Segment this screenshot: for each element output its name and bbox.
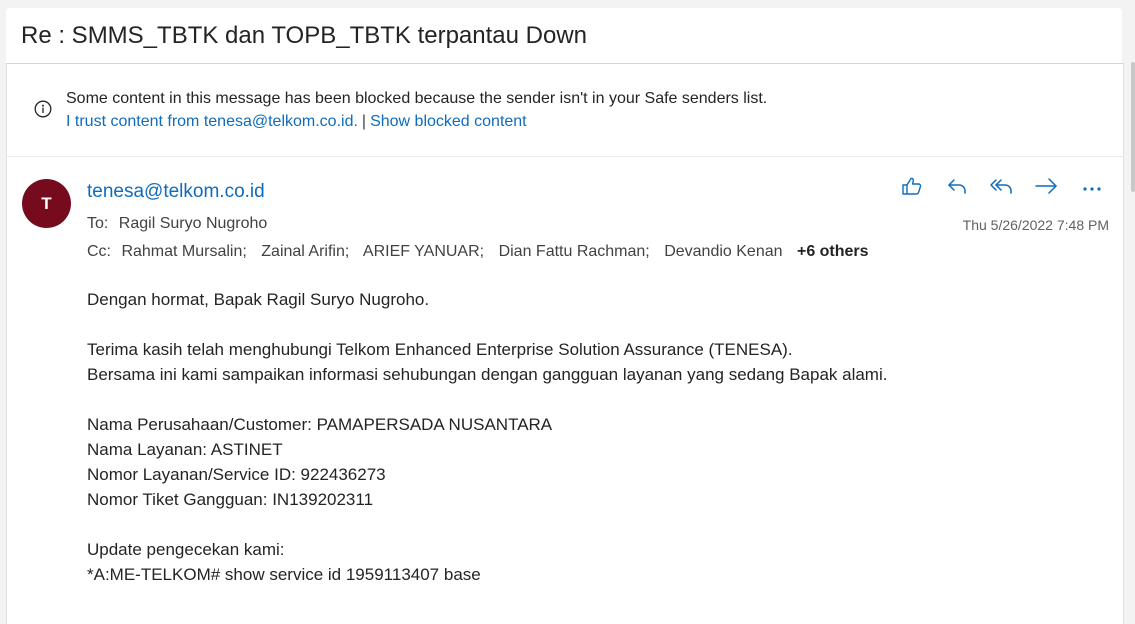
reading-pane: Some content in this message has been bl… xyxy=(6,63,1124,624)
body-line: Bersama ini kami sampaikan informasi seh… xyxy=(87,365,888,384)
to-recipient[interactable]: Ragil Suryo Nugroho xyxy=(119,215,268,232)
blocked-content-message: Some content in this message has been bl… xyxy=(66,90,768,107)
info-icon xyxy=(34,100,52,118)
show-blocked-content-link[interactable]: Show blocked content xyxy=(370,113,527,130)
scrollbar-thumb[interactable] xyxy=(1131,62,1135,192)
reply-all-icon xyxy=(989,176,1015,201)
message-subject: Re : SMMS_TBTK dan TOPB_TBTK terpantau D… xyxy=(21,22,588,49)
sender-email[interactable]: tenesa@telkom.co.id xyxy=(87,181,265,203)
to-label: To: xyxy=(87,215,109,232)
service-name-line: Nama Layanan: ASTINET xyxy=(87,440,283,459)
infobar-links: I trust content from tenesa@telkom.co.id… xyxy=(66,113,527,131)
message-body: Dengan hormat, Bapak Ragil Suryo Nugroho… xyxy=(87,287,887,587)
message-date: Thu 5/26/2022 7:48 PM xyxy=(962,217,1109,233)
more-actions-button[interactable] xyxy=(1069,175,1114,201)
sender-avatar[interactable]: T xyxy=(22,179,71,228)
cc-recipient[interactable]: Dian Fattu Rachman; xyxy=(499,243,650,260)
service-id-line: Nomor Layanan/Service ID: 922436273 xyxy=(87,465,386,484)
cc-recipient[interactable]: Rahmat Mursalin; xyxy=(121,243,246,260)
like-button[interactable] xyxy=(889,175,934,201)
body-line: Terima kasih telah menghubungi Telkom En… xyxy=(87,340,793,359)
cc-recipient[interactable]: Zainal Arifin; xyxy=(261,243,349,260)
more-icon xyxy=(1082,179,1102,197)
to-line: To: Ragil Suryo Nugroho xyxy=(87,215,267,233)
subject-bar: Re : SMMS_TBTK dan TOPB_TBTK terpantau D… xyxy=(6,8,1122,63)
reply-icon xyxy=(946,176,968,201)
cc-recipient[interactable]: ARIEF YANUAR; xyxy=(363,243,484,260)
cc-label: Cc: xyxy=(87,243,111,260)
cc-recipient[interactable]: Devandio Kenan xyxy=(664,243,782,260)
company-line: Nama Perusahaan/Customer: PAMAPERSADA NU… xyxy=(87,415,553,434)
forward-icon xyxy=(1034,176,1060,201)
update-title: Update pengecekan kami: xyxy=(87,540,285,559)
ticket-line: Nomor Tiket Gangguan: IN139202311 xyxy=(87,490,374,509)
link-separator: | xyxy=(361,113,367,130)
like-icon xyxy=(901,176,923,201)
command-line: *A:ME-TELKOM# show service id 1959113407… xyxy=(87,565,481,584)
trust-sender-link[interactable]: I trust content from tenesa@telkom.co.id… xyxy=(66,113,358,130)
greeting: Dengan hormat, Bapak Ragil Suryo Nugroho… xyxy=(87,290,430,309)
reply-button[interactable] xyxy=(934,175,979,201)
message-actions xyxy=(889,175,1114,201)
more-recipients-button[interactable]: +6 others xyxy=(797,243,869,260)
reply-all-button[interactable] xyxy=(979,175,1024,201)
forward-button[interactable] xyxy=(1024,175,1069,201)
cc-line: Cc: Rahmat Mursalin; Zainal Arifin; ARIE… xyxy=(87,243,869,261)
blocked-content-infobar: Some content in this message has been bl… xyxy=(7,64,1123,157)
